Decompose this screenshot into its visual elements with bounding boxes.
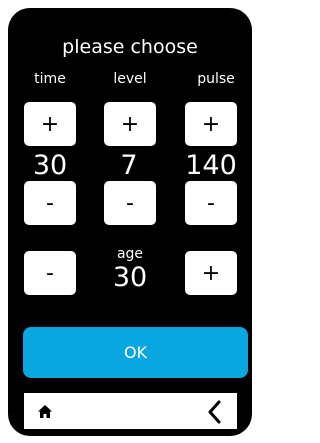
age-increase-button[interactable]: + (185, 251, 237, 295)
screen: please choose time level pulse + + + 30 … (0, 0, 260, 443)
home-icon[interactable] (37, 404, 53, 420)
time-increase-button[interactable]: + (24, 102, 76, 146)
age-label: age (116, 246, 144, 262)
bottom-nav-bar (24, 393, 237, 429)
chevron-left-icon[interactable] (206, 400, 222, 424)
level-label: level (113, 71, 147, 87)
age-value: 30 (112, 262, 148, 293)
age-decrease-button[interactable]: - (24, 251, 76, 295)
pulse-decrease-button[interactable]: - (185, 181, 237, 225)
time-decrease-button[interactable]: - (24, 181, 76, 225)
level-increase-button[interactable]: + (104, 102, 156, 146)
pulse-value: 140 (185, 150, 237, 181)
pulse-label: pulse (197, 71, 235, 87)
level-decrease-button[interactable]: - (104, 181, 156, 225)
time-label: time (34, 71, 66, 87)
time-value: 30 (32, 150, 68, 181)
pulse-increase-button[interactable]: + (185, 102, 237, 146)
ok-button[interactable]: OK (23, 327, 248, 378)
page-title: please choose (62, 36, 198, 58)
level-value: 7 (120, 150, 138, 181)
